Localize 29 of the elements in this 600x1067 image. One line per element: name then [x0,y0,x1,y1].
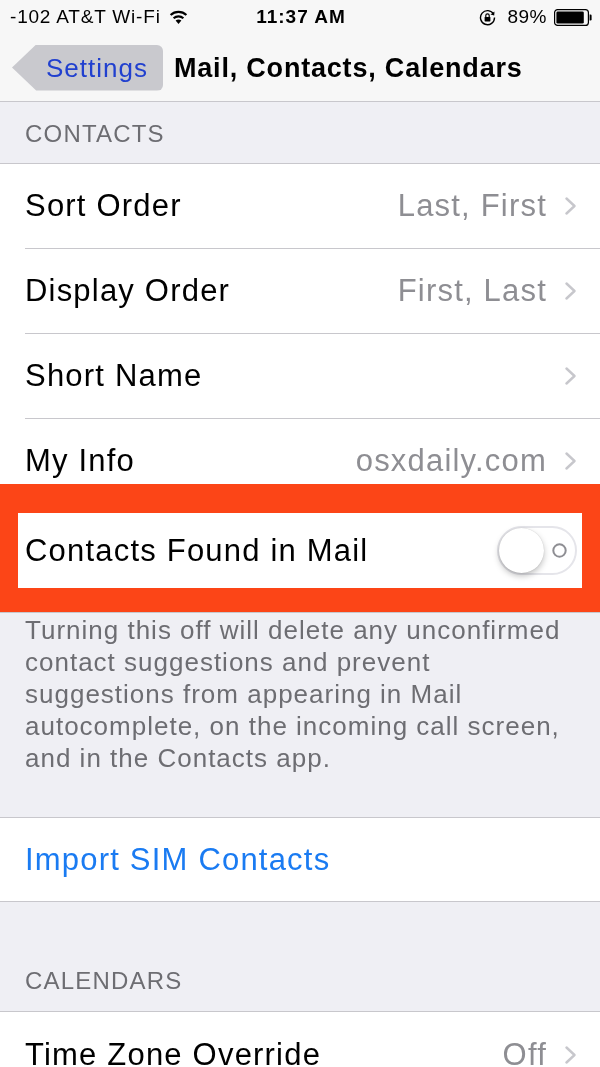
row-label: Short Name [25,358,203,394]
chevron-right-icon [565,197,576,215]
chevron-right-icon [565,282,576,300]
wifi-icon [168,10,188,24]
row-label: Sort Order [25,188,182,224]
row-value: osxdaily.com [355,443,547,479]
back-button[interactable]: Settings [12,44,163,91]
battery-icon [554,8,592,26]
section-header: CALENDARS [24,966,184,996]
toggle-switch[interactable] [497,526,577,575]
page-title: Mail, Contacts, Calendars [174,51,523,84]
carrier-text: -102 AT&T Wi-Fi [10,6,161,28]
row-value: Last, First [397,188,547,224]
time-text: 11:37 AM [256,6,346,28]
row-value: First, Last [397,273,547,309]
row-label: Contacts Found in Mail [25,532,369,569]
row-value: Off [502,1036,547,1067]
chevron-right-icon [565,1045,576,1064]
section-footer-text: Turning this off will delete any unconfirmed contact suggestions and prevent suggestions from appearing in Mail autocomplete, on the incoming call screen, and in the Contacts app. [24,614,562,775]
chevron-right-icon [565,367,576,385]
section-header: CONTACTS [24,119,166,149]
chevron-right-icon [565,452,576,470]
ring-icon [552,543,567,558]
rotation-lock-icon [479,8,497,26]
row-label: Display Order [25,273,231,309]
row-label: Time Zone Override [25,1036,322,1067]
row-label: My Info [25,443,136,479]
battery-percent-text: 89% [507,6,547,28]
row-label: Import SIM Contacts [25,841,331,878]
